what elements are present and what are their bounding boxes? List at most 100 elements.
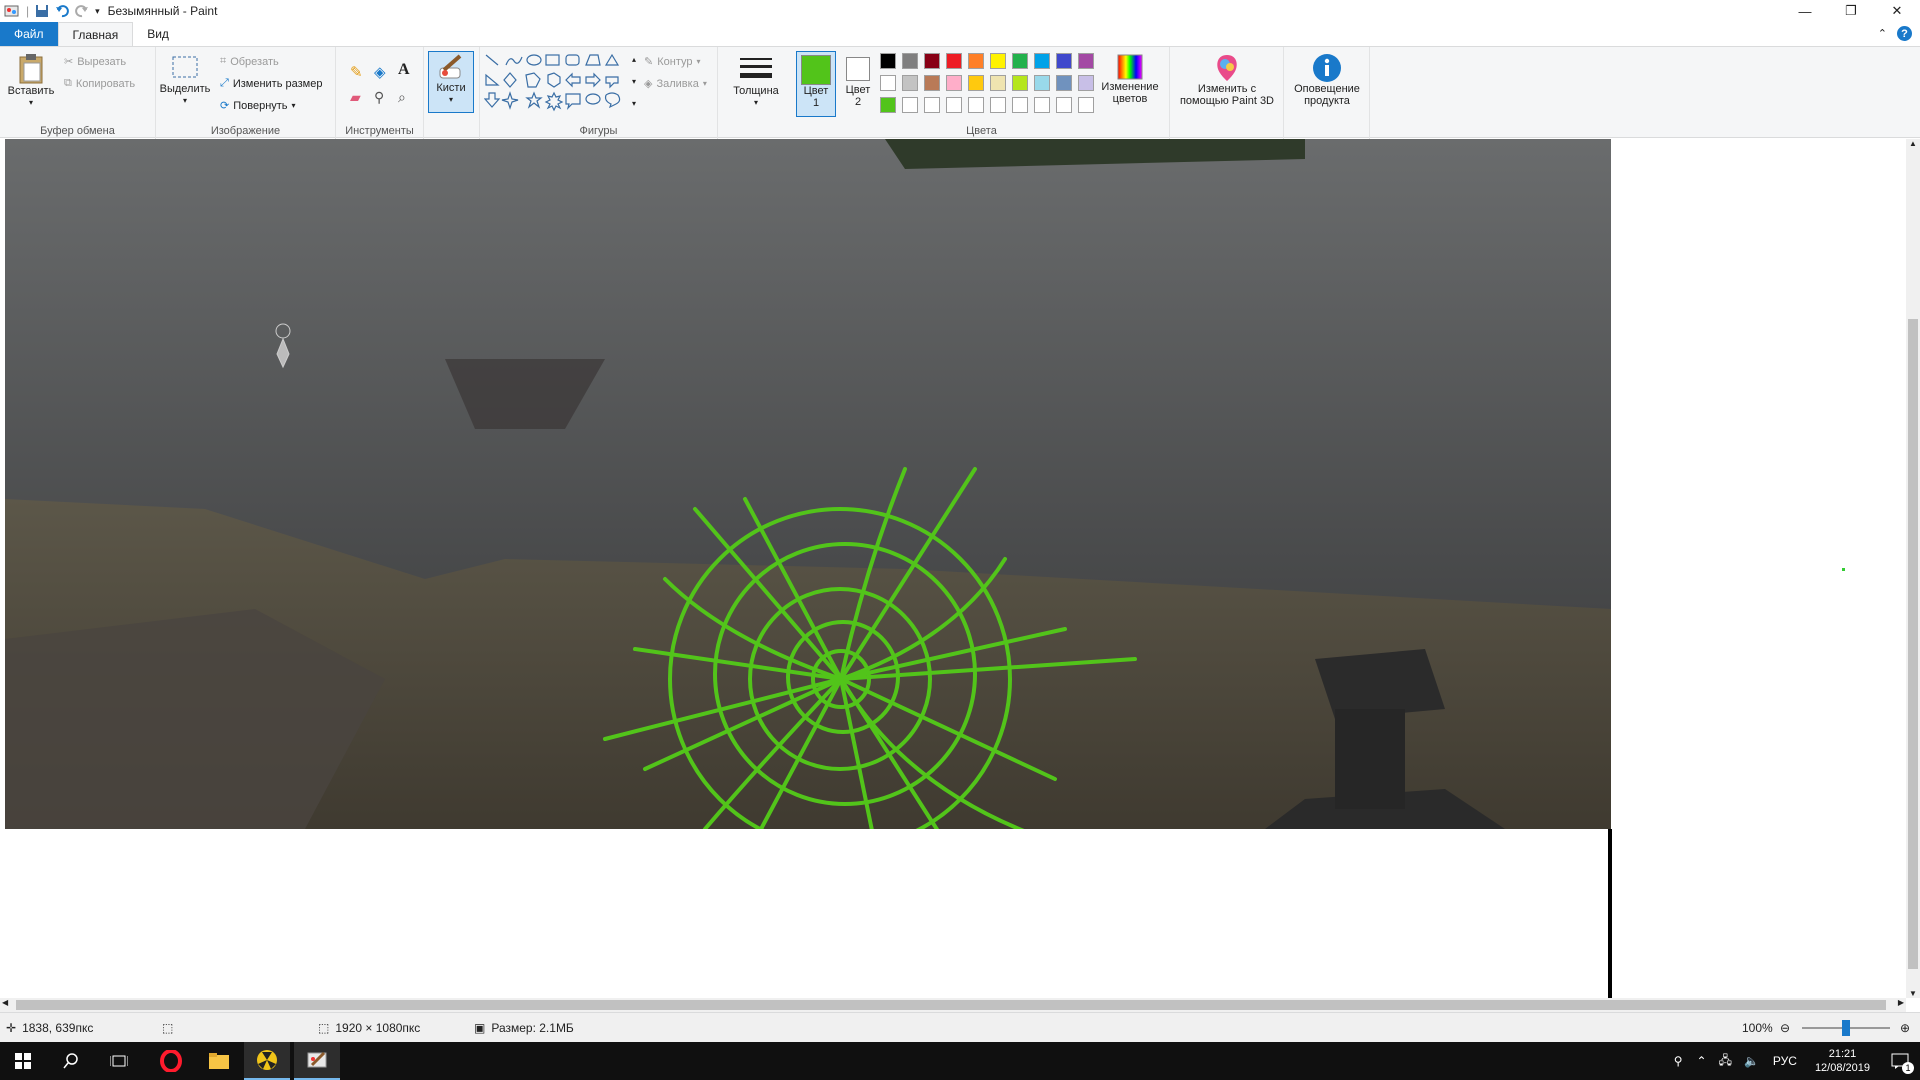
- scroll-left-icon[interactable]: ◀: [2, 998, 8, 1007]
- customize-toolbar-icon[interactable]: ▾: [95, 6, 100, 17]
- color1-button[interactable]: Цвет 1: [796, 51, 836, 117]
- help-icon[interactable]: ?: [1897, 26, 1912, 41]
- show-hidden-icons-icon[interactable]: ⌃: [1691, 1054, 1713, 1068]
- zoom-out-icon[interactable]: ⊖: [1780, 1021, 1790, 1035]
- canvas-image[interactable]: [5, 139, 1611, 829]
- horizontal-scrollbar[interactable]: ◀ ▶: [0, 998, 1906, 1012]
- palette-color-swatch[interactable]: [990, 97, 1006, 113]
- tab-view[interactable]: Вид: [133, 22, 183, 46]
- paint-app-icon[interactable]: [4, 4, 20, 18]
- palette-color-swatch[interactable]: [968, 53, 984, 69]
- shapes-scroll-down-icon[interactable]: ▾: [632, 77, 636, 86]
- shapes-expand-icon[interactable]: ▾: [632, 99, 636, 108]
- palette-color-swatch[interactable]: [1078, 97, 1094, 113]
- resize-handle-icon[interactable]: [1842, 568, 1845, 571]
- palette-color-swatch[interactable]: [968, 97, 984, 113]
- shapes-scroll-up-icon[interactable]: ▴: [632, 55, 636, 64]
- restore-button[interactable]: ❐: [1828, 0, 1874, 22]
- palette-color-swatch[interactable]: [1034, 75, 1050, 91]
- palette-color-swatch[interactable]: [924, 97, 940, 113]
- canvas-area[interactable]: [0, 139, 1906, 998]
- action-center-icon[interactable]: 1: [1880, 1042, 1920, 1080]
- palette-color-swatch[interactable]: [1012, 97, 1028, 113]
- zoom-in-icon[interactable]: ⊕: [1900, 1021, 1910, 1035]
- palette-color-swatch[interactable]: [946, 53, 962, 69]
- palette-color-swatch[interactable]: [1078, 53, 1094, 69]
- horizontal-scroll-thumb[interactable]: [16, 1000, 1886, 1010]
- outline-button[interactable]: ✎ Контур ▾: [644, 55, 701, 69]
- volume-icon[interactable]: 🔈: [1738, 1054, 1765, 1068]
- pencil-icon[interactable]: ✎: [350, 63, 363, 81]
- paint-taskbar-icon[interactable]: [294, 1042, 340, 1080]
- scroll-right-icon[interactable]: ▶: [1898, 998, 1904, 1007]
- palette-color-swatch[interactable]: [946, 97, 962, 113]
- palette-color-swatch[interactable]: [1012, 75, 1028, 91]
- palette-color-swatch[interactable]: [880, 75, 896, 91]
- palette-color-swatch[interactable]: [924, 75, 940, 91]
- palette-color-swatch[interactable]: [990, 75, 1006, 91]
- edit-with-paint3d-button[interactable]: Изменить с помощью Paint 3D: [1174, 53, 1280, 107]
- shapes-gallery[interactable]: [484, 53, 636, 113]
- undo-icon[interactable]: [55, 4, 69, 18]
- taskbar: ⚲ ⌃ 🖧 🔈 РУС 21:21 12/08/2019 1: [0, 1042, 1920, 1080]
- palette-color-swatch[interactable]: [880, 53, 896, 69]
- magnifier-icon[interactable]: ⌕: [398, 89, 406, 106]
- vertical-scrollbar[interactable]: ▲ ▼: [1906, 139, 1920, 998]
- select-button[interactable]: Выделить ▾: [160, 53, 210, 107]
- clock[interactable]: 21:21 12/08/2019: [1805, 1047, 1880, 1075]
- color2-button[interactable]: Цвет 2: [838, 51, 878, 108]
- eraser-icon[interactable]: ▰: [350, 89, 361, 106]
- fill-button[interactable]: ◈ Заливка ▾: [644, 77, 707, 91]
- crop-button[interactable]: ⌗ Обрезать: [220, 55, 279, 68]
- collapse-ribbon-icon[interactable]: ⌃: [1878, 27, 1887, 40]
- palette-color-swatch[interactable]: [1056, 97, 1072, 113]
- palette-color-swatch[interactable]: [968, 75, 984, 91]
- game-app-icon[interactable]: [244, 1042, 290, 1080]
- game-screenshot-image: [5, 139, 1611, 829]
- scroll-up-icon[interactable]: ▲: [1906, 139, 1920, 148]
- palette-color-swatch[interactable]: [1078, 75, 1094, 91]
- search-icon[interactable]: [48, 1042, 94, 1080]
- palette-color-swatch[interactable]: [1034, 97, 1050, 113]
- people-icon[interactable]: ⚲: [1666, 1054, 1691, 1068]
- size-button[interactable]: Толщина ▾: [730, 55, 782, 109]
- zoom-slider-thumb[interactable]: [1842, 1020, 1850, 1036]
- minimize-button[interactable]: —: [1782, 0, 1828, 22]
- cut-button[interactable]: ✂ Вырезать: [64, 55, 126, 69]
- palette-color-swatch[interactable]: [1056, 53, 1072, 69]
- scroll-down-icon[interactable]: ▼: [1906, 989, 1920, 998]
- close-button[interactable]: ✕: [1874, 0, 1920, 22]
- resize-button[interactable]: ⤢ Изменить размер: [220, 77, 322, 90]
- color-picker-icon[interactable]: ⚲: [374, 89, 384, 106]
- palette-color-swatch[interactable]: [1034, 53, 1050, 69]
- network-icon[interactable]: 🖧: [1713, 1051, 1738, 1072]
- task-view-icon[interactable]: [96, 1042, 142, 1080]
- rotate-button[interactable]: ⟳ Повернуть ▾: [220, 99, 296, 113]
- tab-file[interactable]: Файл: [0, 22, 58, 46]
- text-tool-icon[interactable]: A: [398, 61, 410, 79]
- paste-button[interactable]: Вставить ▾: [6, 53, 56, 109]
- palette-color-swatch[interactable]: [902, 75, 918, 91]
- brushes-button[interactable]: Кисти ▾: [428, 51, 474, 113]
- fill-bucket-icon[interactable]: ◈: [374, 63, 386, 81]
- palette-color-swatch[interactable]: [1056, 75, 1072, 91]
- product-alert-button[interactable]: Оповещение продукта: [1288, 53, 1366, 107]
- copy-button[interactable]: ⧉ Копировать: [64, 77, 135, 90]
- tab-home[interactable]: Главная: [57, 22, 134, 46]
- language-indicator[interactable]: РУС: [1765, 1054, 1805, 1068]
- opera-browser-icon[interactable]: [148, 1042, 194, 1080]
- palette-color-swatch[interactable]: [902, 53, 918, 69]
- save-icon[interactable]: [35, 4, 49, 18]
- vertical-scroll-thumb[interactable]: [1908, 319, 1918, 969]
- palette-color-swatch[interactable]: [946, 75, 962, 91]
- palette-color-swatch[interactable]: [902, 97, 918, 113]
- edit-colors-button[interactable]: Изменение цветов: [1096, 53, 1164, 105]
- palette-color-swatch[interactable]: [1012, 53, 1028, 69]
- palette-color-swatch[interactable]: [990, 53, 1006, 69]
- palette-color-swatch[interactable]: [880, 97, 896, 113]
- file-explorer-icon[interactable]: [196, 1042, 242, 1080]
- redo-icon[interactable]: [75, 4, 89, 18]
- palette-color-swatch[interactable]: [924, 53, 940, 69]
- select-rectangle-icon: [172, 56, 198, 78]
- windows-start-icon[interactable]: [0, 1042, 46, 1080]
